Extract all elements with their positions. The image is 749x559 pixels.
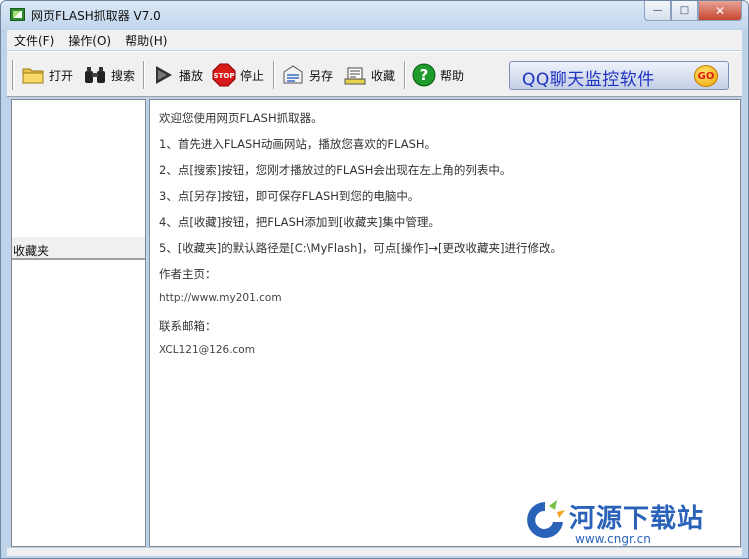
go-icon: GO	[694, 65, 718, 87]
content-panel: 欢迎您使用网页FLASH抓取器。 1、首先进入FLASH动画网站，播放您喜欢的F…	[149, 99, 741, 547]
contact-email: XCL121@126.com	[159, 344, 255, 356]
save-as-button[interactable]: 另存	[281, 62, 333, 88]
instruction-line: 3、点[另存]按钮，即可保存FLASH到您的电脑中。	[159, 189, 420, 203]
menu-file[interactable]: 文件(F)	[7, 32, 61, 49]
toolbar-separator	[404, 61, 406, 89]
open-label: 打开	[49, 68, 74, 83]
favorite-label: 收藏	[371, 68, 396, 83]
open-button[interactable]: 打开	[21, 62, 73, 88]
watermark-url: www.cngr.cn	[575, 532, 651, 546]
title-bar[interactable]: 网页FLASH抓取器 V7.0 — □ ✕	[1, 1, 748, 29]
watermark-logo-icon	[527, 500, 565, 538]
search-button[interactable]: 搜索	[83, 62, 135, 88]
author-homepage-label: 作者主页：	[159, 267, 217, 281]
app-icon	[10, 8, 25, 21]
favorites-header[interactable]: 收藏夹	[12, 236, 145, 260]
help-icon: ?	[412, 63, 436, 87]
toolbar-separator	[143, 61, 145, 89]
stop-icon-text: STOP	[214, 72, 235, 80]
save-as-label: 另存	[309, 68, 334, 83]
watermark-title: 河源下载站	[569, 504, 705, 534]
maximize-button[interactable]: □	[671, 1, 698, 21]
watermark: 河源下载站 www.cngr.cn	[513, 494, 745, 550]
stop-label: 停止	[240, 68, 265, 83]
left-panel: 收藏夹	[11, 99, 146, 547]
stop-sign-icon: STOP	[212, 63, 236, 87]
stop-button[interactable]: STOP 停止	[212, 62, 264, 88]
menu-bar: 文件(F) 操作(O) 帮助(H)	[7, 30, 742, 50]
window-controls: — □ ✕	[644, 1, 742, 21]
flash-list[interactable]	[12, 100, 145, 235]
help-label: 帮助	[440, 68, 465, 83]
menu-help[interactable]: 帮助(H)	[118, 32, 174, 49]
help-button[interactable]: ? 帮助	[412, 62, 464, 88]
help-icon-text: ?	[420, 66, 429, 84]
binoculars-icon	[83, 63, 107, 87]
instruction-line: 1、首先进入FLASH动画网站，播放您喜欢的FLASH。	[159, 137, 437, 151]
instruction-line: 4、点[收藏]按钮，把FLASH添加到[收藏夹]集中管理。	[159, 215, 440, 229]
app-window: 网页FLASH抓取器 V7.0 — □ ✕ 文件(F) 操作(O) 帮助(H) …	[0, 0, 749, 559]
play-icon	[151, 63, 175, 87]
search-label: 搜索	[111, 68, 136, 83]
menu-operation[interactable]: 操作(O)	[61, 32, 118, 49]
author-homepage-link[interactable]: http://www.my201.com	[159, 292, 740, 318]
instruction-line: 5、[收藏夹]的默认路径是[C:\MyFlash]，可点[操作]→[更改收藏夹]…	[159, 241, 562, 255]
minimize-button[interactable]: —	[644, 1, 671, 21]
close-button[interactable]: ✕	[698, 1, 742, 21]
ad-banner[interactable]: QQ聊天监控软件 GO	[509, 61, 729, 90]
favorite-button[interactable]: 收藏	[343, 62, 395, 88]
favorite-icon	[343, 63, 367, 87]
save-as-icon	[281, 63, 305, 87]
welcome-line: 欢迎您使用网页FLASH抓取器。	[159, 111, 323, 125]
play-button[interactable]: 播放	[151, 62, 203, 88]
window-title: 网页FLASH抓取器 V7.0	[31, 9, 161, 23]
toolbar: 打开 搜索 播放 STOP 停止 另存 收藏 ? 帮助 QQ聊天监控软件 GO	[7, 51, 742, 97]
toolbar-separator	[273, 61, 275, 89]
play-label: 播放	[179, 68, 204, 83]
folder-icon	[21, 63, 45, 87]
contact-email-label: 联系邮箱：	[159, 319, 217, 333]
ad-banner-text: QQ聊天监控软件	[522, 70, 655, 90]
instruction-line: 2、点[搜索]按钮，您刚才播放过的FLASH会出现在左上角的列表中。	[159, 163, 512, 177]
toolbar-grip[interactable]	[12, 60, 15, 90]
